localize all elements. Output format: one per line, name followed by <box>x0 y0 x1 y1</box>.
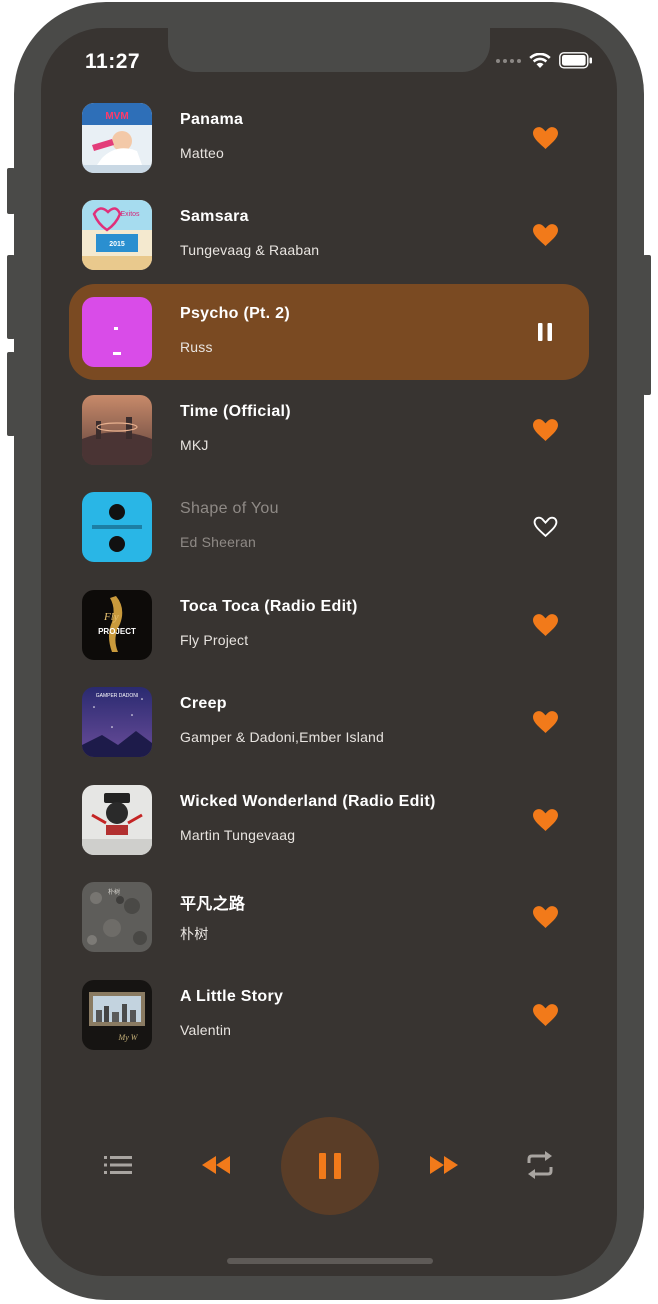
previous-button[interactable] <box>199 1152 233 1178</box>
heart-filled-icon <box>532 224 558 246</box>
track-row[interactable]: Time (Official) MKJ <box>69 382 589 478</box>
track-row[interactable]: MVM Panama Matteo <box>69 90 589 186</box>
repeat-button[interactable] <box>525 1148 555 1182</box>
heart-filled-icon <box>532 906 558 928</box>
svg-text:朴树: 朴树 <box>108 888 120 896</box>
svg-text:GAMPER DADONI: GAMPER DADONI <box>96 693 139 699</box>
heart-filled-icon <box>532 1004 558 1026</box>
track-title: A Little Story <box>180 988 284 1005</box>
track-artist: Martin Tungevaag <box>180 827 296 843</box>
track-row[interactable]: GAMPER DADONI Creep Gamper & Dadoni,Embe… <box>69 674 589 770</box>
wifi-icon <box>529 52 551 68</box>
next-button[interactable] <box>427 1152 461 1178</box>
track-title: Samsara <box>180 208 249 225</box>
track-artist: MKJ <box>180 437 209 453</box>
like-button[interactable] <box>531 124 559 152</box>
album-cover <box>82 785 152 855</box>
like-button[interactable] <box>531 513 559 541</box>
app-screen: 11:27 MVM Panama Matteo Exitos 2015 Sams… <box>41 28 617 1276</box>
album-cover <box>82 492 152 562</box>
cellular-signal-icon <box>496 58 521 63</box>
album-cover <box>82 395 152 465</box>
repeat-icon <box>527 1151 553 1179</box>
track-title: Wicked Wonderland (Radio Edit) <box>180 793 436 810</box>
svg-text:My W: My W <box>118 1033 139 1042</box>
track-artist: Ed Sheeran <box>180 534 256 550</box>
like-button[interactable] <box>531 708 559 736</box>
track-row-now-playing[interactable]: Psycho (Pt. 2) Russ <box>69 284 589 380</box>
like-button[interactable] <box>531 1001 559 1029</box>
heart-filled-icon <box>532 711 558 733</box>
svg-text:PROJECT: PROJECT <box>98 627 136 636</box>
track-row-unavailable[interactable]: Shape of You Ed Sheeran <box>69 479 589 575</box>
like-button[interactable] <box>531 806 559 834</box>
play-pause-button[interactable] <box>281 1117 379 1215</box>
track-row[interactable]: Fly PROJECT Toca Toca (Radio Edit) Fly P… <box>69 577 589 673</box>
album-cover: Fly PROJECT <box>82 590 152 660</box>
track-artist: Tungevaag & Raaban <box>180 242 320 258</box>
album-cover: My W <box>82 980 152 1050</box>
track-title: 平凡之路 <box>180 896 246 913</box>
album-cover: Exitos 2015 <box>82 200 152 270</box>
svg-text:2015: 2015 <box>109 241 125 248</box>
fast-forward-icon <box>430 1156 458 1174</box>
playlist-icon <box>104 1156 132 1174</box>
heart-outline-icon <box>533 516 557 538</box>
pause-track-button[interactable] <box>531 318 559 346</box>
home-indicator[interactable] <box>227 1258 433 1264</box>
heart-filled-icon <box>532 419 558 441</box>
track-title: Shape of You <box>180 500 279 517</box>
track-artist: Gamper & Dadoni,Ember Island <box>180 729 385 745</box>
svg-text:Exitos: Exitos <box>120 211 140 218</box>
heart-filled-icon <box>532 809 558 831</box>
track-row[interactable]: 朴树 平凡之路 朴树 <box>69 869 589 965</box>
track-title: Time (Official) <box>180 403 291 420</box>
notch <box>168 28 490 72</box>
track-row[interactable]: My W A Little Story Valentin <box>69 967 589 1063</box>
status-icons <box>496 52 593 69</box>
track-artist: 朴树 <box>180 926 209 942</box>
power-button <box>643 255 651 395</box>
like-button[interactable] <box>531 903 559 931</box>
album-cover <box>82 297 152 367</box>
heart-filled-icon <box>532 614 558 636</box>
like-button[interactable] <box>531 416 559 444</box>
track-row[interactable]: Exitos 2015 Samsara Tungevaag & Raaban <box>69 187 589 283</box>
like-button[interactable] <box>531 221 559 249</box>
track-artist: Russ <box>180 339 213 355</box>
album-cover: 朴树 <box>82 882 152 952</box>
track-title: Psycho (Pt. 2) <box>180 305 291 322</box>
svg-text:MVM: MVM <box>105 111 128 122</box>
pause-icon <box>319 1153 341 1179</box>
playlist-button[interactable] <box>103 1152 133 1178</box>
track-row[interactable]: Wicked Wonderland (Radio Edit) Martin Tu… <box>69 772 589 868</box>
rewind-icon <box>202 1156 230 1174</box>
track-artist: Valentin <box>180 1022 232 1038</box>
status-time: 11:27 <box>85 50 141 73</box>
track-artist: Matteo <box>180 145 224 161</box>
heart-filled-icon <box>532 127 558 149</box>
pause-icon <box>538 323 552 341</box>
svg-text:Fly: Fly <box>103 611 119 623</box>
track-title: Toca Toca (Radio Edit) <box>180 598 358 615</box>
track-title: Creep <box>180 695 227 712</box>
album-cover: GAMPER DADONI <box>82 687 152 757</box>
battery-icon <box>559 52 592 69</box>
track-title: Panama <box>180 111 244 128</box>
track-artist: Fly Project <box>180 632 249 648</box>
album-cover: MVM <box>82 103 152 173</box>
like-button[interactable] <box>531 611 559 639</box>
